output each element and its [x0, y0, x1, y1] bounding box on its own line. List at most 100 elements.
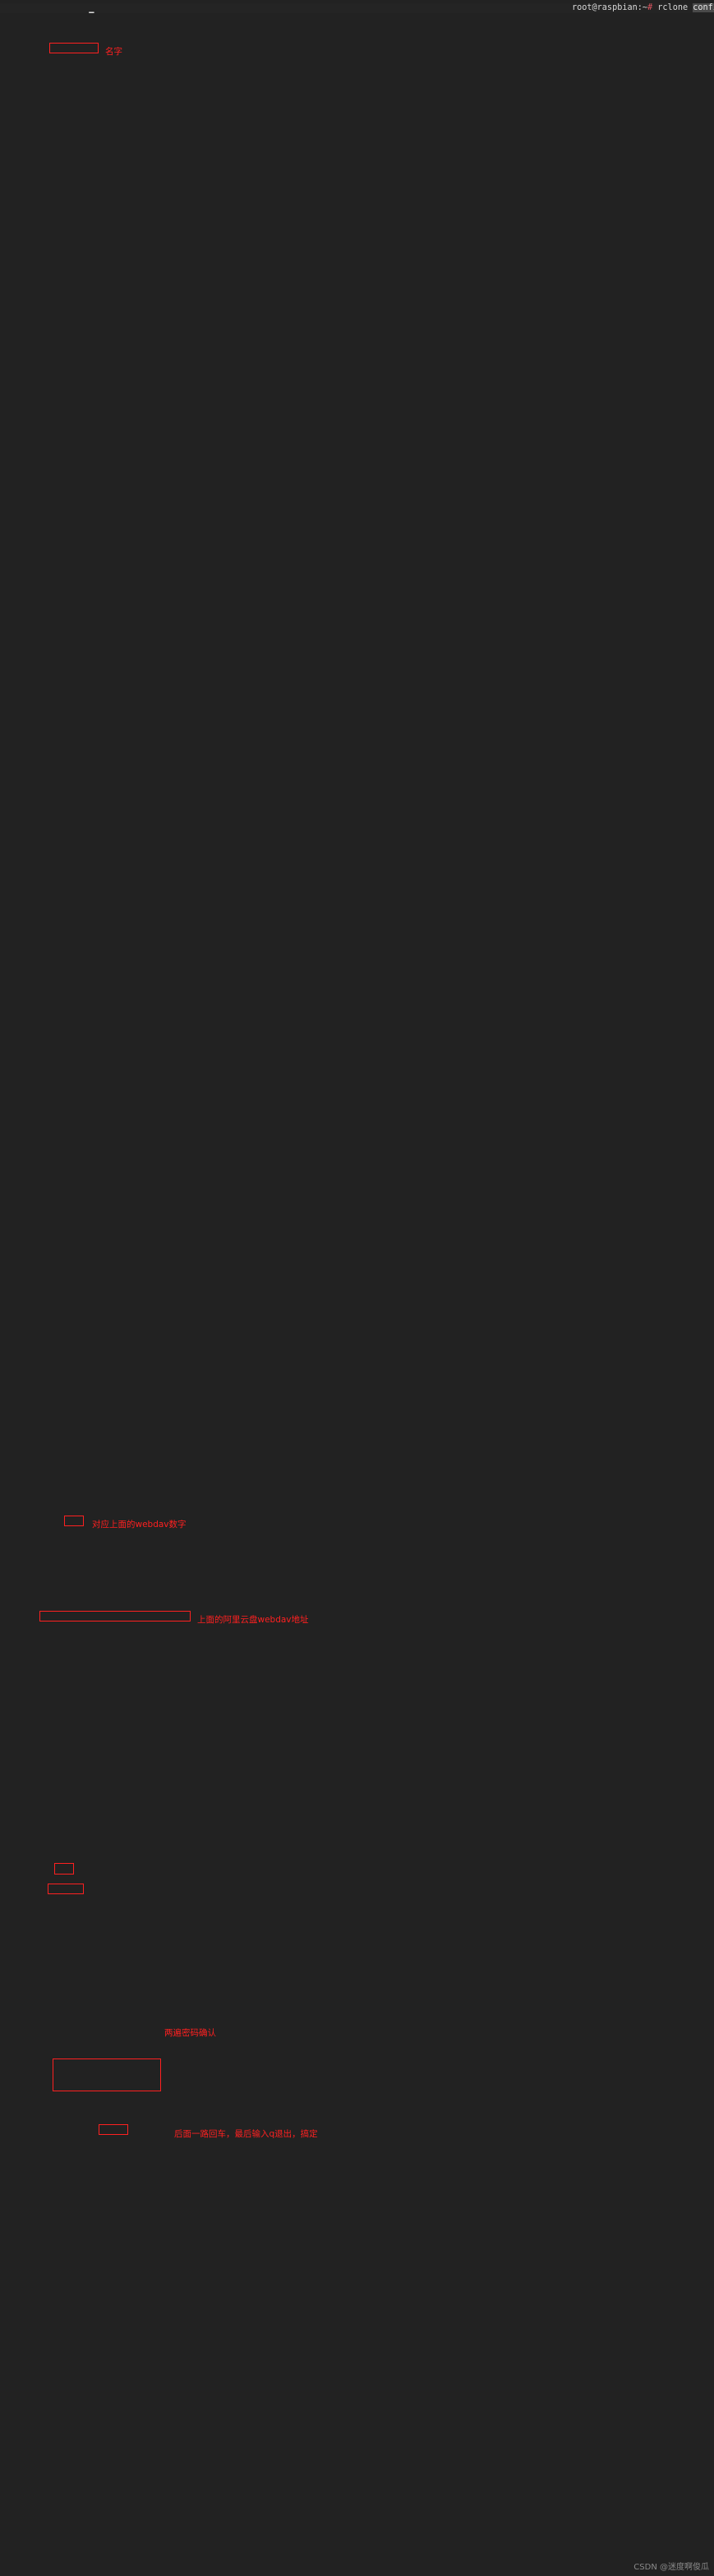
- terminal-line: root@raspbian:~# rclone configNo remotes…: [398, 3, 714, 14]
- terminal-line: root@raspbian:~# rclone configNo remotes…: [269, 3, 714, 14]
- terminal-line: root@raspbian:~# rclone configNo remotes…: [454, 3, 714, 14]
- terminal-line: root@raspbian:~# rclone configNo remotes…: [33, 3, 714, 14]
- url-note: 上面的阿里云盘webdav地址: [197, 1615, 309, 1625]
- terminal-line: root@raspbian:~# rclone configNo remotes…: [233, 3, 714, 14]
- terminal-line: root@raspbian:~# rclone configNo remotes…: [250, 3, 714, 14]
- terminal-line: root@raspbian:~# rclone configNo remotes…: [36, 3, 714, 14]
- password-box: [53, 2058, 161, 2091]
- terminal-line: root@raspbian:~# rclone configNo remotes…: [122, 3, 714, 14]
- terminal-line: root@raspbian:~# rclone configNo remotes…: [312, 3, 714, 14]
- terminal-line: root@raspbian:~# rclone configNo remotes…: [217, 3, 714, 14]
- terminal-line: root@raspbian:~# rclone configNo remotes…: [559, 3, 714, 14]
- terminal-line: root@raspbian:~# rclone configNo remotes…: [417, 3, 714, 14]
- terminal-line: root@raspbian:~# rclone configNo remotes…: [348, 3, 714, 14]
- terminal-line: root@raspbian:~# rclone configNo remotes…: [256, 3, 714, 14]
- terminal-line: root@raspbian:~# rclone configNo remotes…: [529, 3, 714, 14]
- name-note: 名字: [105, 47, 122, 57]
- terminal-line: root@raspbian:~# rclone configNo remotes…: [329, 3, 714, 14]
- terminal-line: root@raspbian:~# rclone configNo remotes…: [457, 3, 714, 14]
- terminal-line: root@raspbian:~# rclone configNo remotes…: [151, 3, 714, 14]
- user-value-box: [48, 1884, 84, 1894]
- terminal-line: root@raspbian:~# rclone configNo remotes…: [102, 3, 714, 14]
- terminal-line: root@raspbian:~# rclone configNo remotes…: [477, 3, 714, 14]
- terminal-text-span: root@raspbian: [572, 3, 638, 12]
- terminal-line: root@raspbian:~# rclone configNo remotes…: [223, 3, 714, 14]
- terminal-line: root@raspbian:~# rclone configNo remotes…: [16, 3, 714, 14]
- terminal-line: root@raspbian:~# rclone configNo remotes…: [299, 3, 714, 14]
- terminal-line: root@raspbian:~# rclone configNo remotes…: [164, 3, 714, 14]
- terminal-line: root@raspbian:~# rclone configNo remotes…: [174, 3, 714, 14]
- terminal-line: root@raspbian:~# rclone configNo remotes…: [95, 3, 714, 14]
- terminal-line: root@raspbian:~# rclone configNo remotes…: [440, 3, 714, 14]
- terminal-line: root@raspbian:~# rclone configNo remotes…: [85, 3, 714, 14]
- terminal-line: root@raspbian:~# rclone configNo remotes…: [10, 3, 714, 14]
- terminal-line: root@raspbian:~# rclone configNo remotes…: [145, 3, 714, 14]
- terminal-line: root@raspbian:~# rclone configNo remotes…: [92, 3, 714, 14]
- terminal-line: root@raspbian:~# rclone configNo remotes…: [316, 3, 714, 14]
- terminal-line: root@raspbian:~# rclone configNo remotes…: [26, 3, 714, 14]
- terminal-line: root@raspbian:~# rclone configNo remotes…: [263, 3, 714, 14]
- terminal-line: root@raspbian:~# rclone configNo remotes…: [62, 3, 714, 14]
- terminal-line: root@raspbian:~# rclone configNo remotes…: [3, 3, 714, 14]
- terminal-output: root@raspbian:~# rclone configNo remotes…: [0, 3, 714, 14]
- terminal-line: root@raspbian:~# rclone configNo remotes…: [135, 3, 714, 14]
- terminal-line: root@raspbian:~# rclone configNo remotes…: [490, 3, 714, 14]
- terminal-line: root@raspbian:~# rclone configNo remotes…: [131, 3, 714, 14]
- terminal-line: root@raspbian:~# rclone configNo remotes…: [302, 3, 714, 14]
- terminal-line: root@raspbian:~# rclone configNo remotes…: [503, 3, 714, 14]
- terminal-line: root@raspbian:~# rclone configNo remotes…: [523, 3, 714, 14]
- terminal-line: root@raspbian:~# rclone configNo remotes…: [125, 3, 714, 14]
- terminal-window[interactable]: root@raspbian:~# rclone configNo remotes…: [0, 0, 714, 2576]
- terminal-line: root@raspbian:~# rclone configNo remotes…: [181, 3, 714, 14]
- terminal-line: root@raspbian:~# rclone configNo remotes…: [565, 3, 714, 14]
- terminal-line: root@raspbian:~# rclone configNo remotes…: [266, 3, 714, 14]
- terminal-line: root@raspbian:~# rclone configNo remotes…: [509, 3, 714, 14]
- terminal-line: root@raspbian:~# rclone configNo remotes…: [322, 3, 714, 14]
- terminal-line: root@raspbian:~# rclone configNo remotes…: [526, 3, 714, 14]
- terminal-line: root@raspbian:~# rclone configNo remotes…: [339, 3, 714, 14]
- terminal-line: root@raspbian:~# rclone configNo remotes…: [56, 3, 714, 14]
- terminal-line: root@raspbian:~# rclone configNo remotes…: [539, 3, 714, 14]
- terminal-line: root@raspbian:~# rclone configNo remotes…: [204, 3, 714, 14]
- terminal-line: root@raspbian:~# rclone configNo remotes…: [368, 3, 714, 14]
- watermark: CSDN @迷度啊俊瓜: [633, 2562, 709, 2572]
- terminal-line: root@raspbian:~# rclone configNo remotes…: [273, 3, 714, 14]
- terminal-line: root@raspbian:~# rclone configNo remotes…: [444, 3, 714, 14]
- terminal-line: root@raspbian:~# rclone configNo remotes…: [194, 3, 714, 14]
- terminal-line: root@raspbian:~# rclone configNo remotes…: [408, 3, 714, 14]
- terminal-line: root@raspbian:~# rclone configNo remotes…: [480, 3, 714, 14]
- terminal-line: root@raspbian:~# rclone configNo remotes…: [187, 3, 714, 14]
- terminal-line: root@raspbian:~# rclone configNo remotes…: [197, 3, 714, 14]
- terminal-line: root@raspbian:~# rclone configNo remotes…: [381, 3, 714, 14]
- terminal-line: root@raspbian:~# rclone configNo remotes…: [105, 3, 714, 14]
- terminal-line: root@raspbian:~# rclone configNo remotes…: [240, 3, 714, 14]
- terminal-line: root@raspbian:~# rclone configNo remotes…: [325, 3, 714, 14]
- terminal-line: root@raspbian:~# rclone configNo remotes…: [210, 3, 714, 14]
- terminal-line: root@raspbian:~# rclone configNo remotes…: [375, 3, 714, 14]
- terminal-line: root@raspbian:~# rclone configNo remotes…: [391, 3, 714, 14]
- terminal-line: root@raspbian:~# rclone configNo remotes…: [447, 3, 714, 14]
- terminal-line: root@raspbian:~# rclone configNo remotes…: [99, 3, 714, 14]
- terminal-line: root@raspbian:~# rclone configNo remotes…: [434, 3, 714, 14]
- terminal-line: root@raspbian:~# rclone configNo remotes…: [401, 3, 714, 14]
- terminal-line: root@raspbian:~# rclone configNo remotes…: [141, 3, 714, 14]
- terminal-line: root@raspbian:~# rclone configNo remotes…: [555, 3, 714, 14]
- terminal-line: root@raspbian:~# rclone configNo remotes…: [394, 3, 714, 14]
- terminal-line: root@raspbian:~# rclone configNo remotes…: [246, 3, 714, 14]
- terminal-line: root@raspbian:~# rclone configNo remotes…: [237, 3, 714, 14]
- terminal-line: root@raspbian:~# rclone configNo remotes…: [378, 3, 714, 14]
- terminal-line: root@raspbian:~# rclone configNo remotes…: [345, 3, 714, 14]
- terminal-line: root@raspbian:~# rclone configNo remotes…: [536, 3, 714, 14]
- terminal-line: root@raspbian:~# rclone configNo remotes…: [493, 3, 714, 14]
- advanced-value-box: [99, 2124, 128, 2135]
- terminal-line: root@raspbian:~# rclone configNo remotes…: [138, 3, 714, 14]
- terminal-line: root@raspbian:~# rclone configNo remotes…: [414, 3, 714, 14]
- terminal-line: root@raspbian:~# rclone configNo remotes…: [128, 3, 714, 14]
- terminal-line: root@raspbian:~# rclone configNo remotes…: [43, 3, 714, 14]
- terminal-line: root@raspbian:~# rclone configNo remotes…: [59, 3, 714, 14]
- terminal-line: root@raspbian:~# rclone configNo remotes…: [486, 3, 714, 14]
- terminal-line: root@raspbian:~# rclone configNo remotes…: [279, 3, 714, 14]
- terminal-line: root@raspbian:~# rclone configNo remotes…: [500, 3, 714, 14]
- terminal-line: root@raspbian:~# rclone configNo remotes…: [184, 3, 714, 14]
- terminal-line: root@raspbian:~# rclone configNo remotes…: [319, 3, 714, 14]
